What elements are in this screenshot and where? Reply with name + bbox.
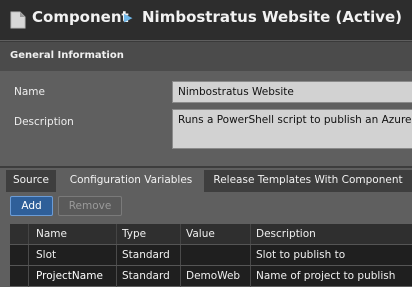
tab-release-templates[interactable]: Release Templates With Component [204, 170, 412, 192]
breadcrumb-arrow-icon: ▶ [124, 11, 133, 24]
divider [0, 166, 412, 168]
grid-toolbar: Add Remove [0, 192, 412, 224]
document-icon [10, 11, 26, 29]
column-header-name[interactable]: Name [36, 228, 67, 240]
breadcrumb-component[interactable]: Component [32, 8, 129, 26]
add-button[interactable]: Add [10, 196, 53, 216]
cell-type[interactable]: Standard [122, 249, 170, 261]
general-information-header: General Information [0, 41, 412, 72]
variables-grid: Name Type Value Description Slot Standar… [10, 224, 412, 287]
grid-header-row: Name Type Value Description [10, 224, 412, 244]
description-field[interactable]: Runs a PowerShell script to publish an A… [172, 109, 412, 149]
description-label: Description [14, 116, 74, 128]
cell-description[interactable]: Name of project to publish [256, 270, 395, 282]
title-bar: Component ▶ Nimbostratus Website (Active… [0, 0, 412, 40]
table-row[interactable]: Slot Standard Slot to publish to [10, 244, 412, 266]
column-header-description[interactable]: Description [256, 228, 316, 240]
name-label: Name [14, 86, 45, 98]
tab-source[interactable]: Source [6, 170, 56, 192]
column-header-type[interactable]: Type [122, 228, 146, 240]
cell-type[interactable]: Standard [122, 270, 170, 282]
section-title: General Information [10, 50, 124, 61]
name-field[interactable]: Nimbostratus Website [172, 81, 412, 103]
general-information-panel: Name Nimbostratus Website Description Ru… [0, 71, 412, 165]
cell-name[interactable]: ProjectName [36, 270, 103, 282]
tab-strip: Source Configuration Variables Release T… [0, 170, 412, 192]
cell-value[interactable]: DemoWeb [186, 270, 240, 282]
tab-configuration-variables[interactable]: Configuration Variables [58, 170, 204, 192]
remove-button[interactable]: Remove [58, 196, 122, 216]
page-title: Nimbostratus Website (Active) [142, 8, 403, 26]
cell-description[interactable]: Slot to publish to [256, 249, 345, 261]
column-header-value[interactable]: Value [186, 228, 215, 240]
table-row[interactable]: ProjectName Standard DemoWeb Name of pro… [10, 265, 412, 287]
cell-name[interactable]: Slot [36, 249, 56, 261]
